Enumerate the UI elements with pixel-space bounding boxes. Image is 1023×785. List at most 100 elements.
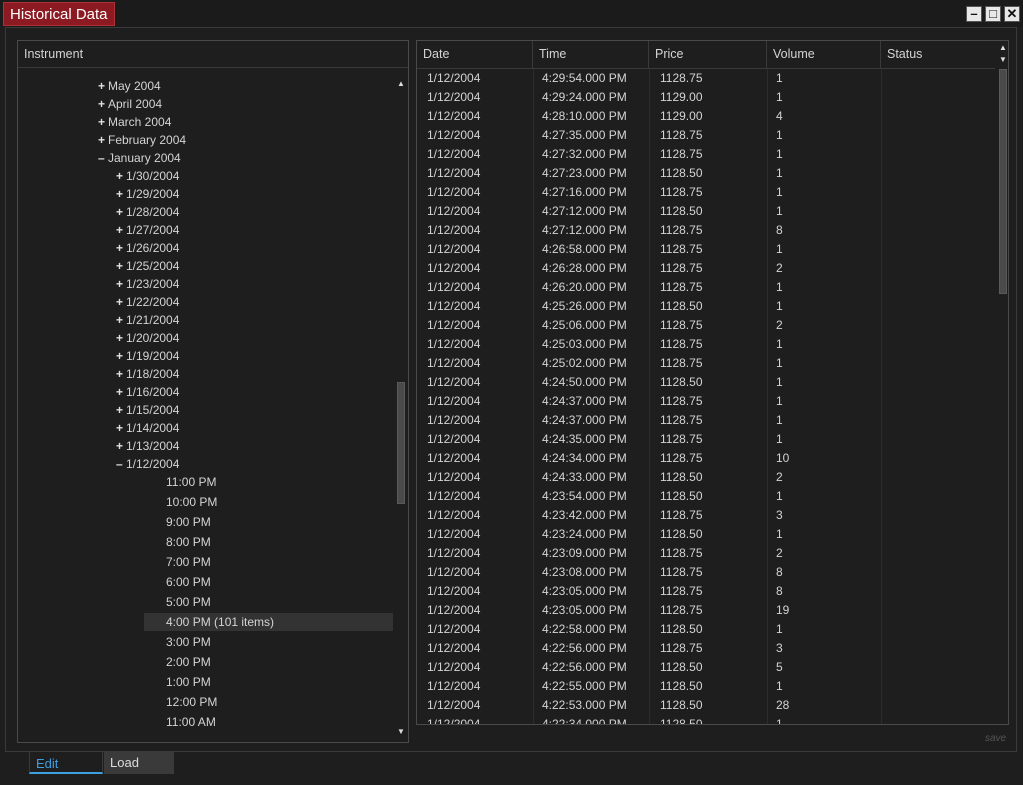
- tree-node[interactable]: 1:00 PM: [166, 673, 211, 691]
- table-row[interactable]: 1/12/2004 4:23:08.000 PM 1128.75 8: [417, 563, 995, 582]
- column-header-time[interactable]: Time: [533, 41, 649, 68]
- table-row[interactable]: 1/12/2004 4:22:58.000 PM 1128.50 1: [417, 620, 995, 639]
- maximize-button[interactable]: □: [985, 6, 1001, 22]
- tree-node[interactable]: +1/13/2004: [116, 437, 179, 455]
- table-row[interactable]: 1/12/2004 4:28:10.000 PM 1129.00 4: [417, 107, 995, 126]
- table-row[interactable]: 1/12/2004 4:22:53.000 PM 1128.50 28: [417, 696, 995, 715]
- table-row[interactable]: 1/12/2004 4:23:05.000 PM 1128.75 19: [417, 601, 995, 620]
- expand-icon[interactable]: +: [116, 347, 126, 365]
- tree-node[interactable]: + March 2004: [98, 113, 171, 131]
- table-row[interactable]: 1/12/2004 4:27:35.000 PM 1128.75 1: [417, 126, 995, 145]
- expand-icon[interactable]: +: [116, 311, 126, 329]
- tree-scrollbar[interactable]: ▲ ▼: [395, 77, 407, 739]
- expand-icon[interactable]: +: [98, 77, 108, 95]
- tree-node[interactable]: 4:00 PM (101 items): [144, 613, 393, 631]
- table-row[interactable]: 1/12/2004 4:22:55.000 PM 1128.50 1: [417, 677, 995, 696]
- close-button[interactable]: ✕: [1004, 6, 1020, 22]
- table-row[interactable]: 1/12/2004 4:26:20.000 PM 1128.75 1: [417, 278, 995, 297]
- scroll-thumb[interactable]: [999, 69, 1007, 294]
- tree-node[interactable]: +1/23/2004: [116, 275, 179, 293]
- expand-icon[interactable]: +: [98, 131, 108, 149]
- tree-node[interactable]: 5:00 PM: [166, 593, 211, 611]
- expand-icon[interactable]: +: [116, 293, 126, 311]
- table-row[interactable]: 1/12/2004 4:23:42.000 PM 1128.75 3: [417, 506, 995, 525]
- expand-icon[interactable]: +: [116, 401, 126, 419]
- tree-node[interactable]: +1/14/2004: [116, 419, 179, 437]
- scroll-down-icon[interactable]: ▼: [395, 727, 407, 737]
- table-row[interactable]: 1/12/2004 4:24:33.000 PM 1128.50 2: [417, 468, 995, 487]
- table-row[interactable]: 1/12/2004 4:22:56.000 PM 1128.75 3: [417, 639, 995, 658]
- table-row[interactable]: 1/12/2004 4:27:12.000 PM 1128.50 1: [417, 202, 995, 221]
- scroll-up-icon[interactable]: ▲: [997, 43, 1009, 53]
- tree-node[interactable]: +1/15/2004: [116, 401, 179, 419]
- tree-node[interactable]: + April 2004: [98, 95, 162, 113]
- tree-node[interactable]: 11:00 PM: [166, 473, 216, 491]
- table-row[interactable]: 1/12/2004 4:24:50.000 PM 1128.50 1: [417, 373, 995, 392]
- table-row[interactable]: 1/12/2004 4:27:12.000 PM 1128.75 8: [417, 221, 995, 240]
- tree-node[interactable]: +1/29/2004: [116, 185, 179, 203]
- column-header-date[interactable]: Date: [417, 41, 533, 68]
- table-row[interactable]: 1/12/2004 4:27:16.000 PM 1128.75 1: [417, 183, 995, 202]
- tree-node[interactable]: 10:00 PM: [166, 493, 217, 511]
- grid-scrollbar[interactable]: ▲ ▼: [997, 41, 1009, 724]
- expand-icon[interactable]: +: [116, 437, 126, 455]
- scroll-down-icon[interactable]: ▼: [997, 55, 1009, 65]
- table-row[interactable]: 1/12/2004 4:22:34.000 PM 1128.50 1: [417, 715, 995, 724]
- tree-node[interactable]: +1/18/2004: [116, 365, 179, 383]
- tab-load[interactable]: Load: [104, 751, 174, 774]
- tree-node[interactable]: +1/27/2004: [116, 221, 179, 239]
- tree-node[interactable]: +1/22/2004: [116, 293, 179, 311]
- table-row[interactable]: 1/12/2004 4:29:24.000 PM 1129.00 1: [417, 88, 995, 107]
- save-link[interactable]: save: [985, 733, 1006, 744]
- column-header-volume[interactable]: Volume: [767, 41, 881, 68]
- table-row[interactable]: 1/12/2004 4:23:09.000 PM 1128.75 2: [417, 544, 995, 563]
- tree-node[interactable]: 7:00 PM: [166, 553, 211, 571]
- minimize-button[interactable]: –: [966, 6, 982, 22]
- tree-node[interactable]: +1/21/2004: [116, 311, 179, 329]
- table-row[interactable]: 1/12/2004 4:23:05.000 PM 1128.75 8: [417, 582, 995, 601]
- expand-icon[interactable]: +: [98, 113, 108, 131]
- tree-node[interactable]: 2:00 PM: [166, 653, 211, 671]
- scroll-up-icon[interactable]: ▲: [395, 79, 407, 89]
- expand-icon[interactable]: +: [116, 365, 126, 383]
- table-row[interactable]: 1/12/2004 4:24:35.000 PM 1128.75 1: [417, 430, 995, 449]
- tree-node[interactable]: +1/30/2004: [116, 167, 179, 185]
- expand-icon[interactable]: +: [116, 275, 126, 293]
- tree-node[interactable]: +1/20/2004: [116, 329, 179, 347]
- table-row[interactable]: 1/12/2004 4:23:54.000 PM 1128.50 1: [417, 487, 995, 506]
- table-row[interactable]: 1/12/2004 4:24:37.000 PM 1128.75 1: [417, 392, 995, 411]
- table-row[interactable]: 1/12/2004 4:25:02.000 PM 1128.75 1: [417, 354, 995, 373]
- tree-node[interactable]: +1/16/2004: [116, 383, 179, 401]
- expand-icon[interactable]: +: [116, 239, 126, 257]
- expand-icon[interactable]: +: [116, 185, 126, 203]
- tree-node[interactable]: 11:00 AM: [166, 713, 216, 731]
- table-row[interactable]: 1/12/2004 4:26:58.000 PM 1128.75 1: [417, 240, 995, 259]
- table-row[interactable]: 1/12/2004 4:25:26.000 PM 1128.50 1: [417, 297, 995, 316]
- tab-edit[interactable]: Edit: [29, 751, 103, 774]
- tree-node[interactable]: + May 2004: [98, 77, 161, 95]
- tree-node[interactable]: 3:00 PM: [166, 633, 211, 651]
- tree-node[interactable]: +1/19/2004: [116, 347, 179, 365]
- scroll-thumb[interactable]: [397, 382, 405, 504]
- table-row[interactable]: 1/12/2004 4:24:34.000 PM 1128.75 10: [417, 449, 995, 468]
- table-row[interactable]: 1/12/2004 4:22:56.000 PM 1128.50 5: [417, 658, 995, 677]
- expand-icon[interactable]: +: [116, 383, 126, 401]
- table-row[interactable]: 1/12/2004 4:23:24.000 PM 1128.50 1: [417, 525, 995, 544]
- expand-icon[interactable]: +: [116, 221, 126, 239]
- collapse-icon[interactable]: –: [116, 455, 126, 473]
- table-row[interactable]: 1/12/2004 4:27:32.000 PM 1128.75 1: [417, 145, 995, 164]
- tree-node[interactable]: 12:00 PM: [166, 693, 217, 711]
- instrument-tree[interactable]: + May 2004 + April 2004 + March 2004 + February…: [18, 77, 393, 737]
- collapse-icon[interactable]: –: [98, 149, 108, 167]
- column-header-status[interactable]: Status: [881, 41, 995, 68]
- tree-node[interactable]: +1/25/2004: [116, 257, 179, 275]
- expand-icon[interactable]: +: [116, 329, 126, 347]
- tree-node[interactable]: –1/12/2004: [116, 455, 179, 473]
- tree-node[interactable]: – January 2004: [98, 149, 181, 167]
- table-row[interactable]: 1/12/2004 4:29:54.000 PM 1128.75 1: [417, 69, 995, 88]
- tree-node[interactable]: +1/28/2004: [116, 203, 179, 221]
- column-header-price[interactable]: Price: [649, 41, 767, 68]
- table-row[interactable]: 1/12/2004 4:26:28.000 PM 1128.75 2: [417, 259, 995, 278]
- table-row[interactable]: 1/12/2004 4:27:23.000 PM 1128.50 1: [417, 164, 995, 183]
- table-row[interactable]: 1/12/2004 4:24:37.000 PM 1128.75 1: [417, 411, 995, 430]
